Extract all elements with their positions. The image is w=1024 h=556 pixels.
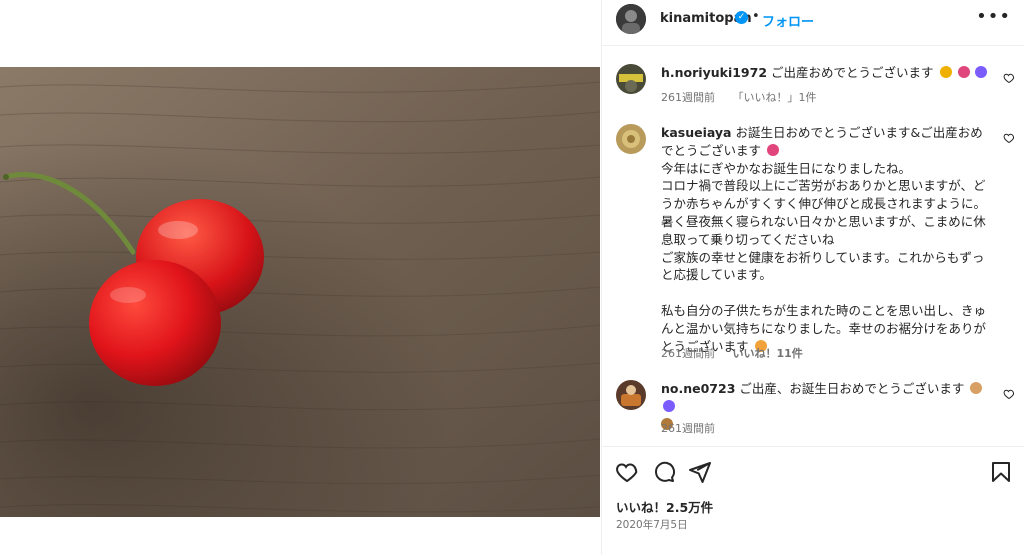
emoji-icon [957,66,970,78]
like-heart-icon[interactable] [1003,132,1015,144]
emoji-icon [970,382,983,394]
emoji-icon [975,66,988,78]
comment-body: 今年はにぎやかなお誕生日になりましたね。 コロナ禍で普段以上にご苦労がおありかと… [661,160,987,354]
like-heart-icon[interactable] [615,460,639,484]
avatar-image [616,380,646,410]
comment-meta: 261週間前 「いいね！」1件 [661,89,831,105]
comment-content: kasueiaya お誕生日おめでとうございます&ご出産おめでとうございます 今… [661,124,991,355]
comment-likes[interactable]: 「いいね！」1件 [733,91,817,104]
emoji-icon [663,399,675,412]
avatar-image [616,124,646,154]
comment-time[interactable]: 261週間前 [661,422,715,435]
post-photo[interactable] [0,67,600,517]
emoji-icon [767,143,779,156]
post-header: kinamitopan ✓ • フォロー ••• [602,0,1024,46]
comment-meta: 261週間前 いいね！11件 [661,345,817,361]
cherry-photo [0,67,600,517]
share-paper-plane-icon[interactable] [688,460,712,484]
commenter-avatar[interactable] [616,64,646,94]
comment-time[interactable]: 261週間前 [661,91,715,104]
media-pane [0,0,600,555]
commenter-username[interactable]: h.noriyuki1972 [661,65,767,80]
follow-button[interactable]: フォロー [762,11,814,30]
comment-text: ご出産おめでとうございます [771,65,934,80]
comment-bubble-icon[interactable] [652,460,676,484]
more-options-icon[interactable]: ••• [976,6,1011,27]
comment-time[interactable]: 261週間前 [661,347,715,360]
save-bookmark-icon[interactable] [989,460,1013,484]
like-heart-icon[interactable] [1003,72,1015,84]
emoji-icon [939,66,952,78]
commenter-username[interactable]: no.ne0723 [661,381,735,396]
post-likes-count[interactable]: いいね！2.5万件 [616,497,713,516]
like-heart-icon[interactable] [1003,388,1015,400]
avatar-image [616,4,646,34]
separator-dot: • [752,9,760,24]
commenter-avatar[interactable] [616,124,646,154]
commenter-username[interactable]: kasueiaya [661,125,731,140]
post-side-panel: kinamitopan ✓ • フォロー ••• h.noriyuki1972 … [601,0,1024,555]
author-avatar[interactable] [616,4,646,34]
commenter-avatar[interactable] [616,380,646,410]
comment-meta: 261週間前 [661,420,729,436]
avatar-image [616,64,646,94]
comment-text: ご出産、お誕生日おめでとうございます [739,381,965,396]
post-date[interactable]: 2020年7月5日 [616,517,688,532]
post-actions: いいね！2.5万件 2020年7月5日 [602,446,1024,556]
comment-content: h.noriyuki1972 ご出産おめでとうございます [661,64,991,82]
verified-badge-icon: ✓ [735,11,748,24]
comment-likes[interactable]: いいね！11件 [733,347,803,360]
